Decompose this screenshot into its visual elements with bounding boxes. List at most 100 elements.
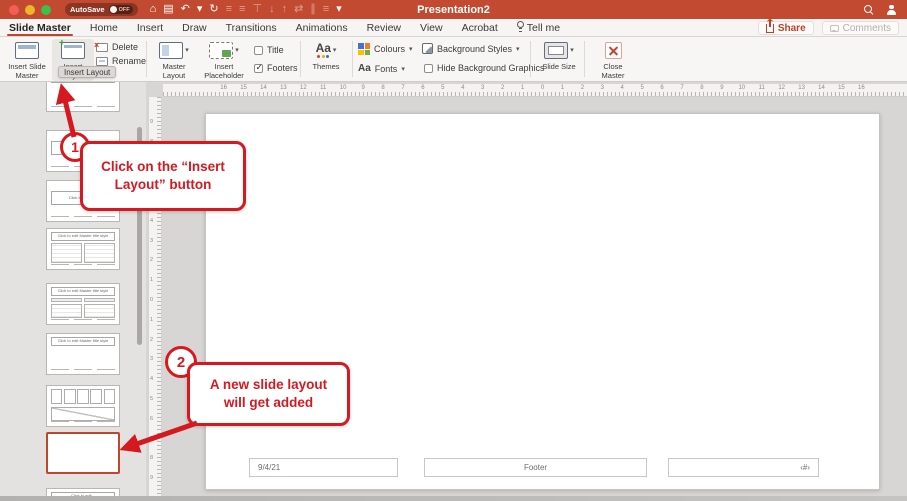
chevron-down-icon: ▾ xyxy=(401,65,405,73)
tab-insert[interactable]: Insert xyxy=(137,19,163,37)
distribute-v-icon: ∥ xyxy=(310,0,316,19)
minimize-window-button[interactable] xyxy=(25,5,35,15)
titlebar: AutoSave OFF ⌂▤↶▾↻≡≡⊤↓↑⇄∥≡▾ Presentation… xyxy=(0,0,907,19)
menubar: Slide Master Home Insert Draw Transition… xyxy=(0,19,907,37)
ribbon-separator xyxy=(530,41,531,77)
chevron-down-icon: ▾ xyxy=(235,46,239,54)
rename-icon xyxy=(96,57,108,66)
date-placeholder[interactable]: 9/4/21 xyxy=(249,458,398,477)
layout-thumbnail-7[interactable] xyxy=(46,385,120,427)
more-commands-icon[interactable]: ▾ xyxy=(336,0,342,19)
tab-view[interactable]: View xyxy=(420,19,443,37)
ribbon-separator xyxy=(300,41,301,77)
redo-icon[interactable]: ↻ xyxy=(209,0,218,19)
tab-animations[interactable]: Animations xyxy=(296,19,348,37)
share-button[interactable]: Share xyxy=(758,21,814,35)
chevron-down-icon: ▾ xyxy=(570,46,574,54)
tab-draw[interactable]: Draw xyxy=(182,19,207,37)
insert-placeholder-button[interactable]: ▾ Insert Placeholder xyxy=(200,39,248,81)
ribbon: Insert Slide Master + InsertLay... Delet… xyxy=(0,37,907,82)
step-1-callout: Click on the “InsertLayout” button xyxy=(80,141,246,211)
slide-number-placeholder[interactable]: ‹#› xyxy=(668,458,819,477)
fonts-icon: Aa xyxy=(358,63,371,75)
background-styles-icon xyxy=(422,43,433,54)
chevron-down-icon: ▾ xyxy=(333,46,337,54)
chevron-down-icon: ▾ xyxy=(409,45,413,53)
comment-icon xyxy=(830,25,839,32)
footer-placeholder[interactable]: Footer xyxy=(424,458,647,477)
colours-icon xyxy=(358,43,370,55)
search-icon[interactable] xyxy=(864,5,874,15)
slide-editing-area[interactable]: 9/4/21 Footer ‹#› xyxy=(205,113,880,490)
home-icon[interactable]: ⌂ xyxy=(150,0,157,19)
tab-transitions[interactable]: Transitions xyxy=(226,19,277,37)
chevron-down-icon: ▾ xyxy=(185,46,189,54)
hide-background-graphics-checkbox[interactable]: Hide Background Graphics xyxy=(424,63,545,73)
undo-icon[interactable]: ↶ xyxy=(181,0,190,19)
layout-thumbnail-1[interactable]: Click to edit Master title style xyxy=(46,82,120,112)
comments-button[interactable]: Comments xyxy=(822,21,899,35)
checkbox-unchecked-icon xyxy=(254,46,263,55)
chevron-down-icon: ▾ xyxy=(516,45,520,53)
share-icon xyxy=(766,24,774,33)
slide-size-button[interactable]: ▾ Slide Size xyxy=(538,39,580,71)
autosave-label: AutoSave xyxy=(70,5,105,14)
align-left-icon: ≡ xyxy=(226,0,232,19)
insert-slide-master-icon xyxy=(15,42,39,59)
delete-button[interactable]: Delete xyxy=(96,42,138,52)
master-layout-button[interactable]: ▾ Master Layout xyxy=(152,39,196,81)
footers-checkbox[interactable]: Footers xyxy=(254,63,298,73)
horizontal-ruler: 1615141312111098765432101234567891011121… xyxy=(163,84,907,97)
insert-layout-tooltip: Insert Layout xyxy=(58,66,116,78)
layout-thumbnail-5[interactable]: Click to edit Master title style xyxy=(46,283,120,325)
layout-thumbnail-8-selected[interactable] xyxy=(46,432,120,474)
insert-layout-icon: + xyxy=(61,42,85,59)
distribute-h-icon: ⇄ xyxy=(294,0,303,19)
tab-slide-master[interactable]: Slide Master xyxy=(9,19,71,37)
title-checkbox[interactable]: Title xyxy=(254,45,284,55)
tab-home[interactable]: Home xyxy=(90,19,118,37)
close-window-button[interactable] xyxy=(9,5,19,15)
checkbox-checked-icon xyxy=(254,64,263,73)
master-layout-icon xyxy=(159,42,183,59)
close-master-button[interactable]: Close Master xyxy=(592,39,634,81)
themes-button[interactable]: Aa ▾ Themes xyxy=(306,39,346,71)
window-bottom-edge xyxy=(0,496,907,501)
ribbon-tabs: Slide Master Home Insert Draw Transition… xyxy=(9,19,560,37)
align-center-icon: ≡ xyxy=(239,0,245,19)
ribbon-separator xyxy=(146,41,147,77)
fonts-dropdown[interactable]: Aa Fonts▾ xyxy=(358,63,405,75)
autosave-toggle[interactable]: AutoSave OFF xyxy=(65,3,138,16)
insert-slide-master-button[interactable]: Insert Slide Master xyxy=(4,39,50,81)
layout-thumbnail-4[interactable]: Click to edit Master title style xyxy=(46,228,120,270)
move-down-icon: ↓ xyxy=(269,0,275,19)
insert-placeholder-icon xyxy=(209,42,233,59)
autosave-switch[interactable]: OFF xyxy=(109,5,133,14)
move-up-icon: ↑ xyxy=(282,0,288,19)
ribbon-separator xyxy=(352,41,353,77)
delete-icon xyxy=(96,43,108,52)
zoom-window-button[interactable] xyxy=(41,5,51,15)
background-styles-dropdown[interactable]: Background Styles▾ xyxy=(422,43,520,54)
text-tool-icon: ⊤ xyxy=(252,0,262,19)
step-2-callout: A new slide layoutwill get added xyxy=(187,362,350,426)
themes-icon: Aa xyxy=(316,42,331,58)
close-master-icon xyxy=(605,42,622,59)
ribbon-separator xyxy=(584,41,585,77)
tab-tell-me[interactable]: Tell me xyxy=(517,19,560,37)
slide-size-icon xyxy=(544,42,568,59)
tab-review[interactable]: Review xyxy=(367,19,401,37)
quick-access-toolbar: ⌂ ▤ ↶ ▾ ↻ ≡ ≡ ⊤ ↓ ↑ ⇄ ∥ ≡ ▾ xyxy=(150,0,342,19)
layout-thumbnail-6[interactable]: Click to edit Master title style xyxy=(46,333,120,375)
save-icon[interactable]: ▤ xyxy=(163,0,173,19)
window-controls xyxy=(9,5,51,15)
checkbox-unchecked-icon xyxy=(424,64,433,73)
undo-dropdown-icon[interactable]: ▾ xyxy=(197,0,203,19)
tab-acrobat[interactable]: Acrobat xyxy=(462,19,498,37)
account-icon[interactable] xyxy=(886,4,897,15)
lightbulb-icon xyxy=(517,21,524,31)
rename-button[interactable]: Rename xyxy=(96,56,146,66)
list-icon: ≡ xyxy=(323,0,329,19)
colours-dropdown[interactable]: Colours▾ xyxy=(358,43,413,55)
autosave-knob xyxy=(110,6,117,13)
